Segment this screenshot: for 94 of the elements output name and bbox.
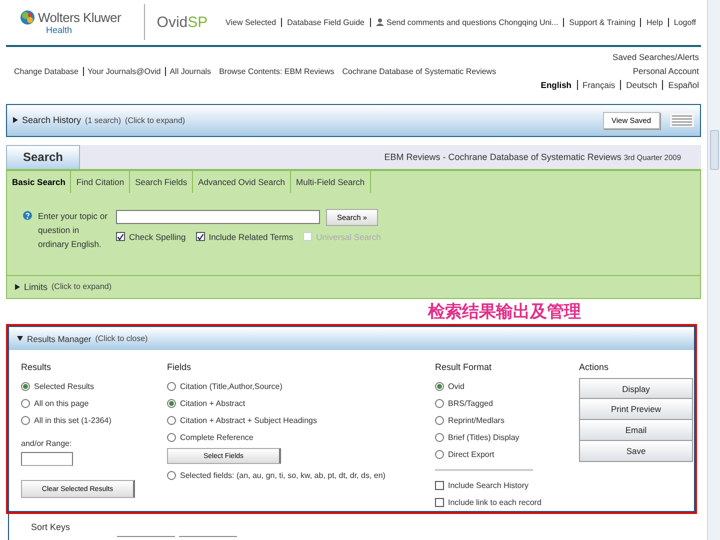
nav-link[interactable]: Browse Contents: EBM Reviews	[215, 66, 338, 76]
nav-link[interactable]: Change Database	[10, 66, 84, 76]
limits-bar[interactable]: Limits (Click to expand)	[7, 274, 700, 298]
header-link[interactable]: Help	[641, 18, 669, 27]
checkbox[interactable]	[435, 481, 444, 490]
section-heading: Sort Keys	[31, 522, 72, 532]
range-field[interactable]	[21, 452, 73, 466]
scrollbar-thumb[interactable]	[710, 130, 718, 170]
nav-link[interactable]: Your Journals@Ovid	[84, 66, 166, 76]
results-manager-bar[interactable]: Results Manager (Click to close)	[9, 327, 694, 350]
section-hint: (Click to expand)	[52, 282, 112, 292]
section-title: Results Manager	[27, 334, 92, 344]
checkbox-option[interactable]: Include link to each record	[435, 494, 579, 511]
brand-subtitle: Health	[45, 24, 74, 35]
brand-name: Wolters Kluwer	[38, 10, 121, 25]
expand-arrow-icon	[13, 117, 18, 124]
header-link[interactable]: View Selected	[220, 18, 282, 27]
search-mode-tab[interactable]: Search Fields	[130, 170, 194, 193]
range-label: and/or Range:	[21, 439, 73, 448]
radio-button[interactable]	[435, 416, 444, 425]
radio-button[interactable]	[435, 433, 444, 442]
radio-option[interactable]: Selected Results	[21, 378, 167, 395]
search-field[interactable]	[116, 210, 320, 224]
action-button[interactable]: Display	[579, 378, 693, 399]
radio-button[interactable]	[21, 382, 30, 391]
search-mode-tab[interactable]: Advanced Ovid Search	[193, 170, 292, 193]
action-button[interactable]: Email	[579, 420, 693, 441]
search-option[interactable]: Check Spelling	[116, 232, 186, 242]
radio-option[interactable]: Direct Export	[435, 446, 579, 463]
language-link[interactable]: English	[536, 80, 578, 90]
checkbox[interactable]	[196, 232, 205, 242]
column-heading: Fields	[167, 361, 192, 374]
person-icon	[376, 18, 384, 26]
action-button[interactable]: Save	[579, 441, 693, 462]
radio-option[interactable]: Reprint/Medlars	[435, 412, 579, 429]
globe-logo-icon	[20, 10, 35, 25]
column-heading: Actions	[579, 361, 610, 374]
radio-option[interactable]: BRS/Tagged	[435, 395, 579, 412]
header-link[interactable]: Support & Training	[564, 18, 642, 27]
checkbox-option[interactable]: Include Search History	[435, 477, 579, 494]
radio-button[interactable]	[21, 416, 30, 425]
nav-link[interactable]: All Journals	[166, 66, 216, 76]
radio-option[interactable]: All on this page	[21, 395, 167, 412]
search-mode-tab[interactable]: Basic Search	[7, 170, 72, 193]
section-title: Limits	[24, 282, 48, 292]
radio-button[interactable]	[435, 382, 444, 391]
search-tab[interactable]: Search	[6, 144, 80, 169]
radio-option[interactable]: Selected fields: (an, au, gn, ti, so, kw, ab, pt, dt, dr, ds, en)	[167, 467, 435, 484]
scrollbar[interactable]	[707, 0, 720, 540]
header-link[interactable]: Database Field Guide	[282, 18, 370, 27]
checkbox[interactable]	[116, 232, 125, 242]
section-title: Search History	[22, 115, 82, 126]
action-button[interactable]: Print Preview	[579, 399, 693, 420]
sort-select[interactable]	[179, 536, 237, 540]
column-heading: Results	[21, 361, 52, 374]
radio-button[interactable]	[167, 416, 176, 425]
language-link[interactable]: Français	[578, 80, 622, 90]
radio-option[interactable]: Brief (Titles) Display	[435, 429, 579, 446]
search-count: (1 search)	[85, 116, 122, 125]
radio-button[interactable]	[167, 399, 176, 408]
lines-icon	[670, 113, 694, 128]
radio-button[interactable]	[167, 382, 176, 391]
radio-option[interactable]: Citation + Abstract + Subject Headings	[167, 412, 435, 429]
expand-arrow-icon	[15, 284, 20, 290]
nav-link[interactable]: Cochrane Database of Systematic Reviews	[338, 66, 500, 76]
language-link[interactable]: Deutsch	[621, 80, 664, 90]
radio-button[interactable]	[435, 450, 444, 459]
checkbox[interactable]	[435, 498, 444, 507]
search-option[interactable]: Include Related Terms	[196, 232, 294, 242]
section-hint: (Click to close)	[95, 334, 148, 343]
account-link[interactable]: Personal Account	[632, 66, 699, 76]
radio-option[interactable]: Citation (Title,Author,Source)	[167, 378, 435, 395]
radio-option[interactable]: Ovid	[435, 378, 579, 395]
search-mode-tab[interactable]: Multi-Field Search	[291, 170, 371, 193]
account-link[interactable]: Saved Searches/Alerts	[612, 52, 699, 62]
radio-button[interactable]	[21, 399, 30, 408]
sort-select[interactable]	[117, 536, 175, 540]
header-link[interactable]: Logoff	[668, 18, 701, 27]
column-heading: Result Format	[435, 361, 493, 374]
radio-option[interactable]: All in this set (1-2364)	[21, 412, 167, 429]
radio-button[interactable]	[167, 433, 176, 442]
product-name: OvidSP	[156, 14, 209, 31]
search-prompt: Enter your topic or question in ordinary English.	[38, 210, 108, 251]
help-icon	[23, 210, 32, 220]
radio-button[interactable]	[167, 471, 176, 480]
radio-button[interactable]	[435, 399, 444, 408]
search-mode-tab[interactable]: Find Citation	[71, 170, 130, 193]
annotation-caption: 检索结果输出及管理	[428, 300, 581, 323]
language-link[interactable]: Español	[663, 80, 699, 90]
radio-option[interactable]: Citation + Abstract	[167, 395, 435, 412]
radio-option[interactable]: Complete Reference	[167, 429, 435, 446]
collapse-arrow-icon	[17, 336, 23, 341]
header-link[interactable]: Send comments and questions Chongqing Uni...	[370, 18, 564, 27]
section-hint: (Click to expand)	[125, 116, 186, 125]
